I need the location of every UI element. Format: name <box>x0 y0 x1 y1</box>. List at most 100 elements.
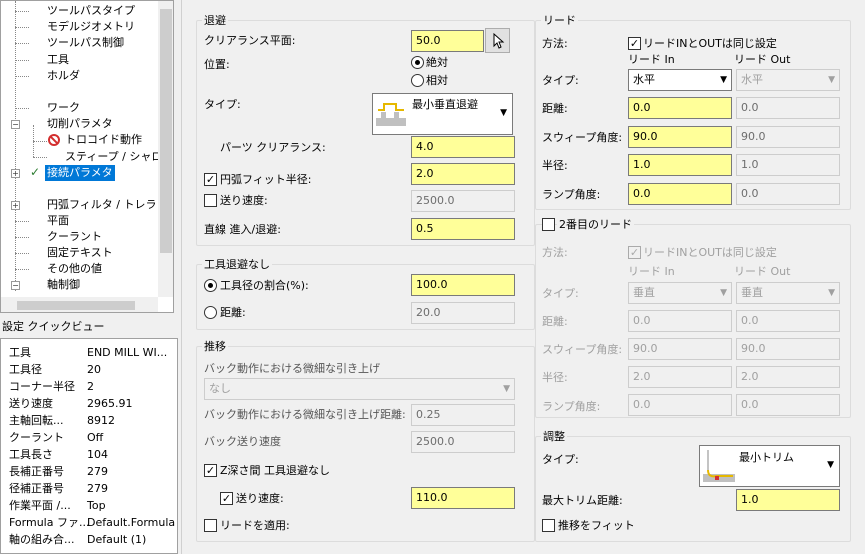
tree-item-arc-filter[interactable]: 円弧フィルタ / トレランス <box>47 197 173 213</box>
lead-in-sweep-input[interactable]: 90.0 <box>628 126 732 148</box>
tree-item-toolpath-type[interactable]: ツールパスタイプ <box>47 3 135 19</box>
lead2-in-distance-input[interactable]: 0.0 <box>628 310 732 332</box>
tree-item-model-geometry[interactable]: モデルジオメトリ <box>47 19 135 35</box>
qv-key: 作業平面 /... <box>9 499 71 512</box>
distance-radio[interactable] <box>204 306 217 319</box>
lead-in-header: リード In <box>628 53 675 66</box>
tree-item-toolpath-control[interactable]: ツールパス制御 <box>47 35 124 51</box>
adjust-type-select[interactable]: 最小トリム ▼ <box>699 445 840 487</box>
tool-percent-input[interactable]: 100.0 <box>411 274 515 296</box>
clearance-label: クリアランス平面: <box>204 34 296 47</box>
relative-radio[interactable] <box>411 74 424 87</box>
tree-item-axis-control[interactable]: 軸制御 <box>47 277 80 293</box>
tool-percent-radio[interactable] <box>204 279 217 292</box>
max-trim-label: 最大トリム距離: <box>542 494 623 507</box>
lead-type-label: タイプ: <box>542 74 579 87</box>
distance-input[interactable]: 20.0 <box>411 302 515 324</box>
lead-out-radius-input[interactable]: 1.0 <box>736 154 840 176</box>
transition-feed-input[interactable]: 110.0 <box>411 487 515 509</box>
transition-group-title: 推移 <box>202 340 228 353</box>
qv-value: Default.Formula <box>87 516 176 529</box>
qv-key: コーナー半径 <box>9 380 75 393</box>
expand-icon[interactable]: − <box>11 281 20 290</box>
tree-item-link-params[interactable]: 接続パラメタ <box>45 165 115 181</box>
retract-type-select[interactable]: 最小垂直退避 ▼ <box>372 93 513 135</box>
qv-value: 279 <box>87 465 108 478</box>
expand-icon[interactable]: + <box>11 201 20 210</box>
lead2-same-label: リードINとOUTは同じ設定 <box>643 246 777 259</box>
chevron-down-icon: ▼ <box>503 384 510 394</box>
lead-in-type-select[interactable]: 水平 ▼ <box>628 69 732 91</box>
lead-out-type-select[interactable]: 水平 ▼ <box>736 69 840 91</box>
transition-feed-checkbox[interactable]: ✓ <box>220 492 233 505</box>
lead-out-distance-input[interactable]: 0.0 <box>736 97 840 119</box>
lead2-distance-label: 距離: <box>542 315 568 328</box>
lead-same-checkbox[interactable]: ✓ <box>628 37 641 50</box>
lead-method-label: 方法: <box>542 37 568 50</box>
tree-item-trochoidal[interactable]: トロコイド動作 <box>65 132 142 148</box>
chevron-down-icon: ▼ <box>720 288 727 298</box>
lead-out-sweep-input[interactable]: 90.0 <box>736 126 840 148</box>
lead2-in-radius-input[interactable]: 2.0 <box>628 366 732 388</box>
apply-lead-checkbox[interactable] <box>204 519 217 532</box>
back-feed-input[interactable]: 2500.0 <box>411 431 515 453</box>
max-trim-input[interactable]: 1.0 <box>736 489 840 511</box>
tree-item-holder[interactable]: ホルダ <box>47 68 80 84</box>
retract-feed-checkbox[interactable] <box>204 194 217 207</box>
lead2-out-ramp-input[interactable]: 0.0 <box>736 394 840 416</box>
qv-value: 20 <box>87 363 101 376</box>
qv-value: Off <box>87 431 104 444</box>
tree-vertical-scroll-thumb[interactable] <box>160 9 172 253</box>
lead-out-ramp-input[interactable]: 0.0 <box>736 183 840 205</box>
select-point-button[interactable] <box>485 28 510 53</box>
lead2-same-checkbox[interactable]: ✓ <box>628 246 641 259</box>
qv-value: 2 <box>87 380 94 393</box>
quickview-title: 設定 クイックビュー <box>2 320 105 333</box>
second-lead-checkbox[interactable] <box>542 218 555 231</box>
qv-key: 長補正番号 <box>9 465 64 478</box>
qv-key: 工具長さ <box>9 448 53 461</box>
micro-lift-value: なし <box>209 382 231 395</box>
cursor-icon <box>493 32 505 49</box>
tree-item-stock[interactable]: ワーク <box>47 100 80 116</box>
micro-lift-select[interactable]: なし ▼ <box>204 378 515 400</box>
z-step-checkbox[interactable]: ✓ <box>204 464 217 477</box>
chevron-down-icon: ▼ <box>720 75 727 85</box>
lead2-out-radius-input[interactable]: 2.0 <box>736 366 840 388</box>
lead-in-distance-input[interactable]: 0.0 <box>628 97 732 119</box>
chevron-down-icon: ▼ <box>827 460 834 470</box>
expand-icon[interactable]: + <box>11 169 20 178</box>
arc-fit-input[interactable]: 2.0 <box>411 163 515 185</box>
lead2-out-type-value: 垂直 <box>741 286 763 299</box>
lead2-out-distance-input[interactable]: 0.0 <box>736 310 840 332</box>
tree-horizontal-scroll-thumb[interactable] <box>17 301 135 310</box>
tree-item-coolant[interactable]: クーラント <box>47 229 102 245</box>
tree-item-canned-text[interactable]: 固定テキスト <box>47 245 113 261</box>
lead2-in-header: リード In <box>628 265 675 278</box>
lead2-out-type-select[interactable]: 垂直 ▼ <box>736 282 840 304</box>
absolute-radio[interactable] <box>411 56 424 69</box>
arc-fit-checkbox[interactable]: ✓ <box>204 173 217 186</box>
disabled-icon <box>48 134 60 146</box>
fit-transition-checkbox[interactable] <box>542 519 555 532</box>
tree-item-planes[interactable]: 平面 <box>47 213 69 229</box>
lead2-in-type-select[interactable]: 垂直 ▼ <box>628 282 732 304</box>
parts-clearance-input[interactable]: 4.0 <box>411 136 515 158</box>
lead2-in-ramp-input[interactable]: 0.0 <box>628 394 732 416</box>
position-label: 位置: <box>204 58 230 71</box>
lead2-out-sweep-input[interactable]: 90.0 <box>736 338 840 360</box>
clearance-input[interactable]: 50.0 <box>411 30 484 52</box>
micro-lift-dist-input[interactable]: 0.25 <box>411 404 515 426</box>
tree-item-cut-params[interactable]: 切削パラメタ <box>47 116 113 132</box>
lead2-in-sweep-input[interactable]: 90.0 <box>628 338 732 360</box>
linear-input[interactable]: 0.5 <box>411 218 515 240</box>
retract-feed-input[interactable]: 2500.0 <box>411 190 515 212</box>
settings-tree[interactable]: ツールパスタイプ モデルジオメトリ ツールパス制御 工具 ホルダ ワーク − 切… <box>0 0 174 313</box>
tree-item-tool[interactable]: 工具 <box>47 52 69 68</box>
lead-in-radius-input[interactable]: 1.0 <box>628 154 732 176</box>
qv-value: 2965.91 <box>87 397 133 410</box>
qv-value: Default (1) <box>87 533 147 546</box>
tree-item-misc-values[interactable]: その他の値 <box>47 261 102 277</box>
lead-in-ramp-input[interactable]: 0.0 <box>628 183 732 205</box>
collapse-icon[interactable]: − <box>11 120 20 129</box>
